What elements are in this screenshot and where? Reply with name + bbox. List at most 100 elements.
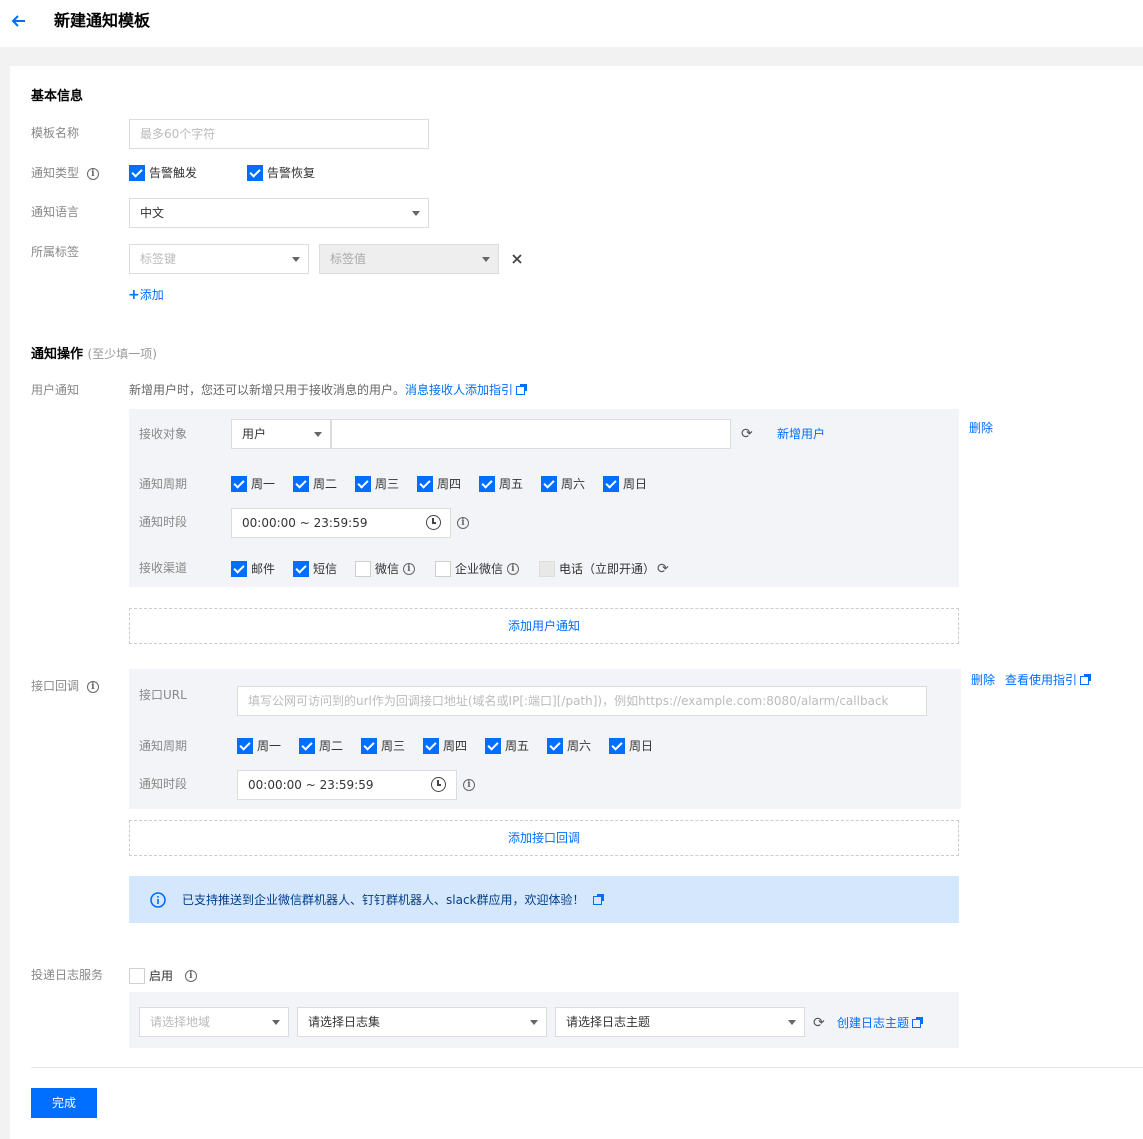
external-link-icon[interactable] (592, 894, 604, 905)
cb-checkbox-day-5[interactable]: 周五 (485, 737, 529, 754)
create-log-topic-link[interactable]: 创建日志主题 (837, 1014, 924, 1031)
add-user-notify-button[interactable]: 添加用户通知 (129, 608, 959, 644)
checkbox-checked-icon (247, 164, 263, 181)
delete-user-notify-link[interactable]: 删除 (969, 419, 993, 436)
checkbox-unchecked-icon (129, 967, 145, 984)
external-link-icon (1080, 674, 1092, 685)
info-icon[interactable]: i (463, 779, 475, 791)
checkbox-alarm-recover[interactable]: 告警恢复 (247, 164, 315, 181)
cb-checkbox-day-1[interactable]: 周一 (237, 737, 281, 754)
checkbox-checked-icon (485, 737, 501, 754)
refresh-icon[interactable]: ⟳ (741, 427, 753, 441)
recv-type-select[interactable]: 用户 (231, 419, 331, 449)
time-label: 通知时段 (139, 515, 188, 529)
checkbox-checked-icon (361, 737, 377, 754)
checkbox-checked-icon (603, 475, 619, 492)
callback-time-label: 通知时段 (139, 777, 188, 791)
checkbox-day-6[interactable]: 周六 (541, 475, 585, 492)
ops-section-title: 通知操作 (至少填一项) (31, 347, 157, 362)
checkbox-checked-icon (423, 737, 439, 754)
checkbox-checked-icon (293, 475, 309, 492)
tag-value-select: 标签值 (319, 244, 499, 274)
recv-user-input[interactable] (331, 419, 731, 449)
checkbox-day-5[interactable]: 周五 (479, 475, 523, 492)
cb-checkbox-day-2[interactable]: 周二 (299, 737, 343, 754)
info-icon[interactable]: i (457, 517, 469, 529)
period-label: 通知周期 (139, 477, 188, 491)
checkbox-disabled-icon (539, 560, 555, 577)
delete-callback-link[interactable]: 删除 (971, 671, 995, 688)
checkbox-checked-icon (479, 475, 495, 492)
notify-type-label: 通知类型 i (31, 164, 99, 182)
checkbox-alarm-trigger[interactable]: 告警触发 (129, 164, 197, 181)
info-icon[interactable]: i (402, 562, 415, 575)
add-tag-link[interactable]: +添加 (128, 286, 164, 303)
checkbox-checked-icon (299, 737, 315, 754)
callback-guide-link[interactable]: 查看使用指引 (1005, 671, 1092, 688)
recv-target-label: 接收对象 (139, 427, 188, 441)
notify-lang-label: 通知语言 (31, 205, 80, 219)
callback-url-input[interactable]: 填写公网可访问到的url作为回调接口地址(域名或IP[:端口][/path])，… (237, 686, 927, 716)
checkbox-email[interactable]: 邮件 (231, 560, 275, 577)
cb-checkbox-day-7[interactable]: 周日 (609, 737, 653, 754)
callback-period-label: 通知周期 (139, 739, 188, 753)
checkbox-day-7[interactable]: 周日 (603, 475, 647, 492)
template-name-input[interactable]: 最多60个字符 (129, 119, 429, 149)
notice-text: 已支持推送到企业微信群机器人、钉钉群机器人、slack群应用，欢迎体验！ (182, 891, 604, 909)
checkbox-day-3[interactable]: 周三 (355, 475, 399, 492)
clock-icon[interactable] (431, 777, 446, 792)
chevron-down-icon (292, 257, 300, 262)
close-icon[interactable] (512, 254, 522, 264)
footer-divider (31, 1067, 1143, 1068)
log-service-label: 投递日志服务 (31, 968, 104, 982)
refresh-icon[interactable]: ⟳ (657, 562, 669, 576)
checkbox-day-4[interactable]: 周四 (417, 475, 461, 492)
chevron-down-icon (788, 1020, 796, 1025)
checkbox-checked-icon (541, 475, 557, 492)
info-icon[interactable]: i (86, 680, 99, 693)
refresh-icon[interactable]: ⟳ (813, 1016, 825, 1030)
checkbox-phone: 电话（立即开通） (539, 560, 655, 577)
external-link-icon (516, 384, 528, 395)
info-icon[interactable]: i (86, 167, 99, 180)
checkbox-checked-icon (231, 560, 247, 577)
info-icon[interactable]: i (184, 969, 197, 982)
checkbox-checked-icon (609, 737, 625, 754)
template-name-label: 模板名称 (31, 126, 80, 140)
checkbox-checked-icon (231, 475, 247, 492)
checkbox-sms[interactable]: 短信 (293, 560, 337, 577)
region-select[interactable]: 请选择地域 (139, 1007, 289, 1037)
add-callback-button[interactable]: 添加接口回调 (129, 820, 959, 856)
receiver-guide-link[interactable]: 消息接收人添加指引 (405, 383, 513, 397)
checkbox-wecom[interactable]: 企业微信 i (435, 560, 519, 577)
checkbox-day-1[interactable]: 周一 (231, 475, 275, 492)
basic-section-title: 基本信息 (31, 89, 84, 104)
log-topic-select[interactable]: 请选择日志主题 (555, 1007, 805, 1037)
plus-icon: + (128, 287, 140, 303)
info-icon[interactable]: i (506, 562, 519, 575)
new-user-link[interactable]: 新增用户 (777, 425, 825, 442)
cb-checkbox-day-4[interactable]: 周四 (423, 737, 467, 754)
callback-time-input[interactable]: 00:00:00 ~ 23:59:59 (237, 770, 457, 800)
user-notify-desc: 新增用户时，您还可以新增只用于接收消息的用户。消息接收人添加指引 (129, 381, 528, 399)
back-arrow-icon[interactable] (10, 12, 28, 30)
clock-icon[interactable] (426, 515, 441, 530)
notice-banner: 已支持推送到企业微信群机器人、钉钉群机器人、slack群应用，欢迎体验！ (129, 876, 959, 923)
user-notify-label: 用户通知 (31, 383, 80, 397)
cb-checkbox-day-3[interactable]: 周三 (361, 737, 405, 754)
chevron-down-icon (482, 257, 490, 262)
cb-checkbox-day-6[interactable]: 周六 (547, 737, 591, 754)
notify-lang-select[interactable]: 中文 (129, 198, 429, 228)
chevron-down-icon (314, 432, 322, 437)
checkbox-day-2[interactable]: 周二 (293, 475, 337, 492)
tag-label: 所属标签 (31, 245, 80, 259)
logset-select[interactable]: 请选择日志集 (297, 1007, 547, 1037)
done-button[interactable]: 完成 (31, 1088, 97, 1118)
form-card: 基本信息 模板名称 最多60个字符 通知类型 i 告警触发 告警恢复 通知语言 … (10, 66, 1143, 1139)
checkbox-enable-log[interactable]: 启用 i (129, 967, 197, 984)
chevron-down-icon (530, 1020, 538, 1025)
checkbox-checked-icon (293, 560, 309, 577)
tag-key-select[interactable]: 标签键 (129, 244, 309, 274)
checkbox-wechat[interactable]: 微信 i (355, 560, 415, 577)
time-range-input[interactable]: 00:00:00 ~ 23:59:59 (231, 508, 451, 538)
